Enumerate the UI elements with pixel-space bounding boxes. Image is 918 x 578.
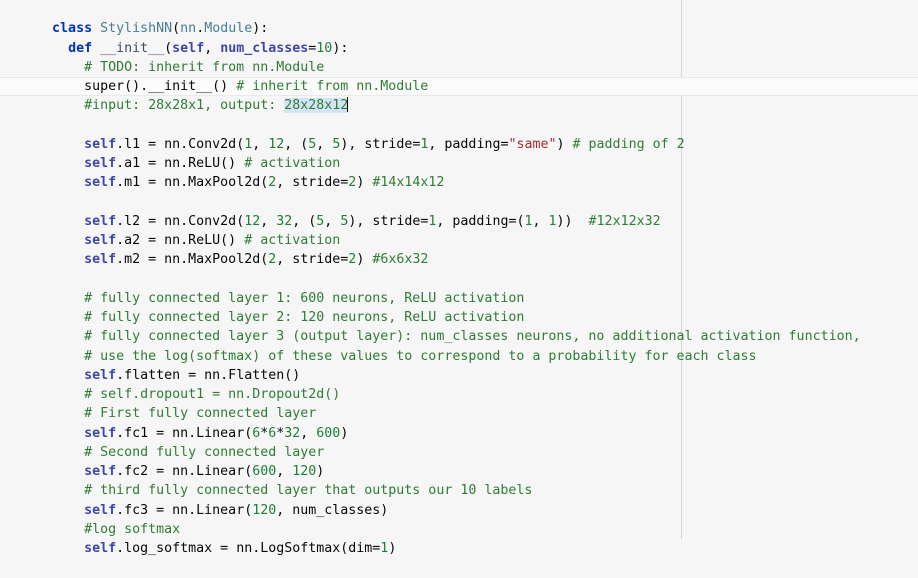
code-line[interactable]: self.m1 = nn.MaxPool2d(2, stride=2) #14x…	[0, 154, 918, 190]
code-editor[interactable]: class StylishNN(nn.Module): def __init__…	[0, 0, 918, 556]
code-line[interactable]: # fully connected layer 1: 600 neurons, …	[0, 270, 918, 306]
code-line-blank[interactable]	[0, 96, 918, 115]
code-line[interactable]: # First fully connected layer	[0, 385, 918, 421]
code-line[interactable]: # Second fully connected layer	[0, 424, 918, 460]
code-line[interactable]: class StylishNN(nn.Module):	[0, 0, 918, 36]
code-line[interactable]: self.fc1 = nn.Linear(6*6*32, 600)	[0, 404, 918, 441]
code-line[interactable]: # third fully connected layer that outpu…	[0, 462, 918, 498]
code-line[interactable]: self.a1 = nn.ReLU() # activation	[0, 135, 918, 171]
code-line[interactable]: self.fc3 = nn.Linear(120, num_classes)	[0, 481, 918, 518]
code-line[interactable]: self.fc2 = nn.Linear(600, 120)	[0, 443, 918, 479]
code-line-current[interactable]: #input: 28x28x1, output: 28x28x12	[0, 77, 918, 114]
code-line[interactable]: # use the log(softmax) of these values t…	[0, 327, 918, 364]
code-line[interactable]: self.a2 = nn.ReLU() # activation	[0, 212, 918, 248]
code-line[interactable]: #log softmax	[0, 501, 918, 537]
code-line-blank[interactable]	[0, 173, 918, 192]
code-line[interactable]: # fully connected layer 3 (output layer)…	[0, 308, 918, 344]
token-punct: )	[388, 541, 397, 556]
code-line[interactable]: def __init__(self, num_classes=10):	[0, 19, 918, 56]
code-line[interactable]: super().__init__() # inherit from nn.Mod…	[0, 58, 918, 94]
token-self: self	[84, 541, 117, 556]
token-number: 1	[380, 541, 389, 556]
token-attr: .log_softmax = nn.LogSoftmax(dim=	[116, 541, 381, 556]
code-text-layer[interactable]: class StylishNN(nn.Module): def __init__…	[0, 0, 918, 556]
code-line[interactable]: self.log_softmax = nn.LogSoftmax(dim=1)	[0, 520, 918, 556]
code-line[interactable]: self.m2 = nn.MaxPool2d(2, stride=2) #6x6…	[0, 231, 918, 267]
code-line[interactable]: self.l2 = nn.Conv2d(12, 32, (5, 5), stri…	[0, 193, 918, 229]
code-line-blank[interactable]	[0, 250, 918, 269]
code-line[interactable]: self.flatten = nn.Flatten()	[0, 347, 918, 383]
code-line[interactable]: # self.dropout1 = nn.Dropout2d()	[0, 366, 918, 402]
code-line[interactable]: # fully connected layer 2: 120 neurons, …	[0, 289, 918, 325]
code-line[interactable]: # TODO: inherit from nn.Module	[0, 39, 918, 75]
code-line[interactable]: self.l1 = nn.Conv2d(1, 12, (5, 5), strid…	[0, 116, 918, 152]
